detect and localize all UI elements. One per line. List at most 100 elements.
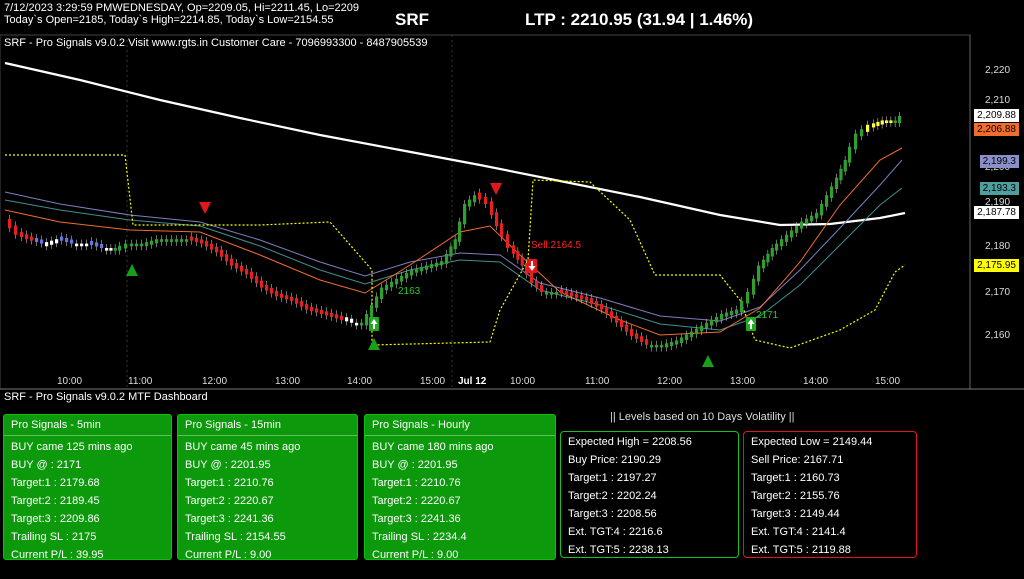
candle bbox=[810, 215, 814, 222]
candle bbox=[315, 308, 319, 313]
candle bbox=[725, 312, 729, 317]
candle bbox=[848, 146, 852, 163]
buy-arrow-icon-stem bbox=[373, 324, 375, 329]
candle bbox=[85, 243, 89, 247]
candle bbox=[430, 264, 434, 269]
candle bbox=[785, 234, 789, 242]
panel-row: Trailing SL : 2175 bbox=[11, 531, 97, 543]
candle bbox=[520, 257, 524, 266]
candle bbox=[746, 292, 750, 304]
candle bbox=[880, 120, 884, 125]
candle bbox=[105, 248, 109, 251]
candle bbox=[710, 319, 714, 326]
candle bbox=[30, 236, 34, 241]
candle bbox=[590, 298, 594, 304]
sell-triangle-icon bbox=[199, 202, 211, 214]
panel-row: BUY @ : 2201.95 bbox=[372, 459, 458, 471]
candle bbox=[530, 271, 534, 284]
candle bbox=[440, 261, 444, 266]
signal-panel-5min: Pro Signals - 5min BUY came 125 mins ago… bbox=[3, 414, 172, 561]
candle bbox=[762, 259, 766, 269]
candle bbox=[535, 280, 539, 288]
level-row: Target:1 : 2160.73 bbox=[751, 472, 840, 484]
candle bbox=[630, 328, 634, 336]
candle bbox=[290, 296, 294, 301]
candle bbox=[665, 343, 669, 348]
candle bbox=[185, 239, 189, 242]
candle bbox=[453, 239, 457, 250]
candle bbox=[720, 314, 724, 320]
x-tick-date: Jul 12 bbox=[458, 376, 487, 387]
ohlc-line: 7/12/2023 3:29:59 PMWEDNESDAY, Op=2209.0… bbox=[4, 2, 359, 14]
candle bbox=[757, 265, 761, 282]
candle bbox=[752, 278, 756, 295]
candle bbox=[655, 344, 659, 348]
expected-low-box: Expected Low = 2149.44 Sell Price: 2167.… bbox=[743, 431, 917, 558]
y-tick: 2,160 bbox=[985, 330, 1011, 341]
candle bbox=[468, 199, 472, 207]
candle bbox=[645, 339, 649, 345]
candle bbox=[325, 311, 329, 316]
candle bbox=[215, 246, 219, 253]
candle bbox=[550, 292, 554, 295]
candle bbox=[420, 267, 424, 272]
candle bbox=[675, 340, 679, 345]
candle bbox=[190, 236, 194, 241]
candle bbox=[620, 320, 624, 328]
candle bbox=[210, 243, 214, 250]
candle bbox=[585, 296, 589, 301]
candle bbox=[830, 186, 834, 198]
candle bbox=[484, 196, 488, 204]
candle bbox=[555, 292, 559, 295]
y-tick: 2,220 bbox=[985, 65, 1011, 76]
candle bbox=[560, 289, 564, 294]
candle bbox=[395, 278, 399, 285]
y-tick: 2,170 bbox=[985, 287, 1011, 298]
moving-average-line bbox=[4, 61, 906, 227]
level-row: Target:3 : 2208.56 bbox=[568, 508, 657, 520]
candle bbox=[310, 306, 314, 312]
panel-row: Trailing SL : 2234.4 bbox=[372, 531, 467, 543]
candle bbox=[843, 160, 847, 172]
panel-row: Target:2 : 2189.45 bbox=[11, 495, 100, 507]
candle bbox=[490, 201, 494, 215]
candle bbox=[478, 192, 482, 200]
candle bbox=[400, 275, 404, 282]
candle bbox=[65, 238, 69, 243]
candle bbox=[260, 280, 264, 288]
x-tick: 12:00 bbox=[657, 376, 683, 387]
candle bbox=[55, 239, 59, 244]
candle bbox=[200, 239, 204, 244]
candle bbox=[835, 177, 839, 190]
candle bbox=[385, 284, 389, 291]
candle bbox=[570, 292, 574, 297]
candle bbox=[876, 121, 880, 126]
signal-panel-hourly: Pro Signals - Hourly BUY came 180 mins a… bbox=[364, 414, 556, 561]
candle bbox=[715, 316, 719, 323]
panel-row: Current P/L : 39.95 bbox=[11, 549, 104, 561]
level-row: Target:3 : 2149.44 bbox=[751, 508, 840, 520]
level-row: Target:1 : 2197.27 bbox=[568, 472, 657, 484]
level-row: Buy Price: 2190.29 bbox=[568, 454, 661, 466]
candle bbox=[375, 296, 379, 308]
candle bbox=[140, 243, 144, 247]
buy-triangle-icon bbox=[702, 355, 714, 367]
sell-arrow-icon-stem bbox=[531, 261, 533, 266]
panel-row: BUY @ : 2171 bbox=[11, 459, 82, 471]
candle bbox=[820, 204, 824, 216]
level-row: Ext. TGT:4 : 2141.4 bbox=[751, 526, 846, 538]
panel-row: Target:3 : 2241.36 bbox=[185, 513, 274, 525]
candle bbox=[100, 243, 104, 248]
panel-row: BUY came 45 mins ago bbox=[185, 441, 301, 453]
candle bbox=[825, 195, 829, 207]
candle bbox=[165, 239, 169, 242]
candle bbox=[516, 251, 520, 260]
candle bbox=[75, 243, 79, 247]
candle bbox=[893, 120, 897, 124]
candle bbox=[600, 304, 604, 310]
candle bbox=[685, 334, 689, 341]
x-tick: 12:00 bbox=[202, 376, 228, 387]
candle bbox=[20, 232, 24, 237]
candle bbox=[410, 270, 414, 276]
buy-arrow-icon-stem bbox=[750, 324, 752, 329]
